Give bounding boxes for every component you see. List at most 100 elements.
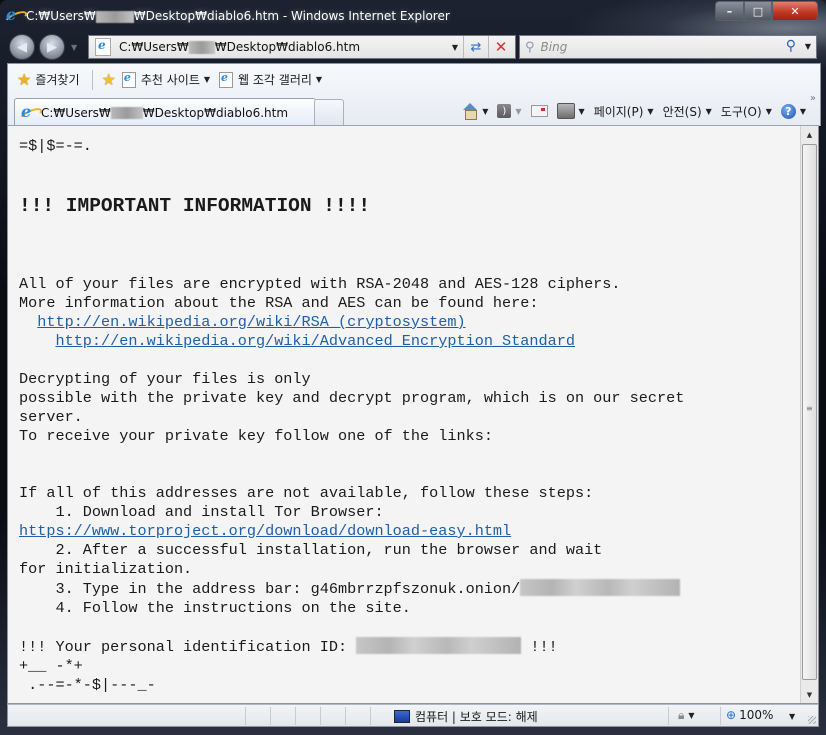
- scroll-up-arrow-icon[interactable]: ▲: [801, 126, 818, 143]
- decorative-text: =$|$=-=.: [19, 137, 92, 155]
- status-bar: 컴퓨터 | 보호 모드: 해제 🔒︎ ▼ ⊕ 100% ▼: [7, 704, 819, 727]
- mail-icon: [530, 105, 548, 117]
- help-icon: ?: [780, 103, 796, 119]
- redacted-onion-path: [520, 579, 681, 596]
- search-options-dropdown[interactable]: ▼: [805, 42, 811, 51]
- forward-arrow-icon: ▶: [47, 39, 57, 55]
- minimize-button[interactable]: –: [715, 1, 744, 21]
- vertical-scrollbar[interactable]: ▲ ≡ ▼: [800, 126, 818, 703]
- tor-download-link[interactable]: https://www.torproject.org/download/down…: [19, 522, 511, 540]
- home-button[interactable]: ▼: [462, 103, 488, 120]
- command-bar: ▼ ) ▼ ▼ 페이지(P) ▼ 안전(S) ▼ 도구(O) ▼ ? ▼: [453, 100, 806, 122]
- page-menu-label: 페이지(P): [593, 104, 644, 119]
- decorative-text: +__ -*+: [19, 657, 83, 675]
- scroll-down-arrow-icon[interactable]: ▼: [801, 686, 818, 703]
- aes-wiki-link[interactable]: http://en.wikipedia.org/wiki/Advanced_En…: [55, 332, 575, 350]
- window-title: C:₩Users₩ ₩Desktop₩diablo6.htm - Windows …: [26, 9, 450, 23]
- divider: [720, 707, 721, 725]
- read-mail-button[interactable]: [530, 105, 548, 117]
- favorites-label: 즐겨찾기: [35, 73, 80, 87]
- new-tab-button[interactable]: [314, 99, 344, 126]
- computer-icon: [394, 710, 410, 723]
- search-icon[interactable]: ⚲: [786, 38, 796, 54]
- back-arrow-icon: ◀: [17, 39, 27, 55]
- personal-id-line: !!! Your personal identification ID: !!!: [19, 637, 558, 656]
- page-icon: [219, 71, 234, 88]
- popup-blocker-button[interactable]: 🔒︎ ▼: [678, 708, 695, 723]
- navigation-bar: ◀ ▶ ▼ C:₩Users₩₩Desktop₩diablo6.htm ▼ ⇄ …: [0, 32, 826, 60]
- chevron-down-icon: ▼: [765, 106, 772, 116]
- ie-tab-icon: e: [18, 102, 44, 125]
- redacted-personal-id: [356, 637, 522, 654]
- chevron-down-icon[interactable]: ▼: [579, 107, 585, 116]
- chevron-down-icon: ▼: [647, 106, 654, 116]
- address-bar[interactable]: C:₩Users₩₩Desktop₩diablo6.htm ▼ ⇄ ✕: [88, 35, 516, 59]
- favorites-bar: ★ 즐겨찾기 ★ 추천 사이트 ▼ 웹 조각 갤러리 ▼: [8, 64, 820, 95]
- safety-menu-label: 안전(S): [662, 104, 702, 119]
- resize-grip-icon[interactable]: [808, 716, 816, 724]
- web-slice-gallery-label: 웹 조각 갤러리: [238, 73, 312, 87]
- forward-button[interactable]: ▶: [39, 34, 65, 60]
- security-zone[interactable]: 컴퓨터 | 보호 모드: 해제: [394, 708, 538, 725]
- text-line: If all of this addresses are not availab…: [19, 484, 594, 502]
- step-1: 1. Download and install Tor Browser:: [19, 503, 384, 521]
- back-button[interactable]: ◀: [9, 34, 35, 60]
- safety-menu[interactable]: 안전(S) ▼: [663, 103, 712, 120]
- chevron-down-icon[interactable]: ▼: [482, 107, 488, 116]
- rss-feed-icon: ): [497, 104, 512, 118]
- more-commands-chevron-icon[interactable]: »: [810, 93, 816, 104]
- window-controls: – □ ✕: [715, 1, 818, 21]
- suggested-sites-link[interactable]: 추천 사이트 ▼: [121, 71, 210, 88]
- chevron-down-icon[interactable]: ▼: [515, 107, 521, 116]
- refresh-icon[interactable]: ⇄: [463, 36, 488, 58]
- ransom-note: =$|$=-=. !!! IMPORTANT INFORMATION !!!! Al…: [19, 137, 798, 695]
- scrollbar-thumb[interactable]: ≡: [802, 144, 817, 680]
- add-to-favorites-bar-button[interactable]: ★: [102, 70, 120, 89]
- zoom-icon: ⊕: [726, 708, 737, 722]
- text-line: server.: [19, 408, 83, 426]
- redacted-username: [95, 10, 134, 23]
- feeds-button[interactable]: ) ▼: [497, 104, 522, 118]
- close-button[interactable]: ✕: [772, 1, 818, 21]
- print-button[interactable]: ▼: [556, 103, 585, 119]
- tab-active[interactable]: e C:₩Users₩ ₩Desktop₩diablo6.htm: [14, 98, 316, 126]
- help-menu[interactable]: ? ▼: [780, 103, 806, 119]
- search-input[interactable]: Bing: [541, 40, 568, 54]
- rsa-wiki-link[interactable]: http://en.wikipedia.org/wiki/RSA_(crypto…: [37, 313, 465, 331]
- stop-icon[interactable]: ✕: [488, 36, 513, 58]
- search-box[interactable]: ⚲ Bing ⚲ ▼: [519, 35, 817, 59]
- zoom-button[interactable]: ⊕ 100%: [726, 708, 773, 722]
- text-line: All of your files are encrypted with RSA…: [19, 275, 621, 293]
- suggested-sites-label: 추천 사이트: [140, 73, 200, 87]
- text-line: possible with the private key and decryp…: [19, 389, 685, 407]
- printer-icon: [556, 103, 575, 119]
- page-menu[interactable]: 페이지(P) ▼: [594, 103, 654, 120]
- page-icon: [95, 38, 111, 56]
- chevron-down-icon: ▼: [688, 711, 695, 720]
- recent-pages-dropdown[interactable]: ▼: [71, 43, 77, 52]
- address-dropdown-icon[interactable]: ▼: [448, 36, 462, 58]
- maximize-button[interactable]: □: [744, 1, 772, 21]
- zoom-level: 100%: [739, 708, 774, 722]
- page-content: =$|$=-=. !!! IMPORTANT INFORMATION !!!! Al…: [7, 125, 819, 704]
- divider: [91, 69, 93, 90]
- tools-menu-label: 도구(O): [720, 104, 762, 119]
- redacted-username: [110, 107, 143, 119]
- text-line: Decrypting of your files is only: [19, 370, 311, 388]
- status-cells: [245, 707, 395, 725]
- step-4: 4. Follow the instructions on the site.: [19, 599, 411, 617]
- ie-window: e C:₩Users₩ ₩Desktop₩diablo6.htm - Window…: [0, 0, 826, 735]
- chevron-down-icon: ▼: [705, 106, 712, 116]
- address-text: C:₩Users₩ ₩Desktop₩diablo6.htm: [119, 40, 361, 54]
- web-slice-gallery-link[interactable]: 웹 조각 갤러리 ▼: [219, 71, 322, 88]
- search-provider-icon: ⚲: [525, 39, 535, 55]
- zone-label: 컴퓨터 | 보호 모드: 해제: [415, 710, 538, 724]
- tools-menu[interactable]: 도구(O) ▼: [721, 103, 772, 120]
- lock-icon: 🔒︎: [678, 708, 685, 722]
- chevron-down-icon: ▼: [315, 75, 323, 84]
- favorites-button[interactable]: ★ 즐겨찾기: [17, 70, 80, 89]
- page-icon: [121, 71, 136, 88]
- decorative-text: .--=-*-$|---_-: [19, 676, 156, 694]
- divider: [668, 707, 669, 725]
- zoom-dropdown-icon[interactable]: ▼: [789, 712, 795, 721]
